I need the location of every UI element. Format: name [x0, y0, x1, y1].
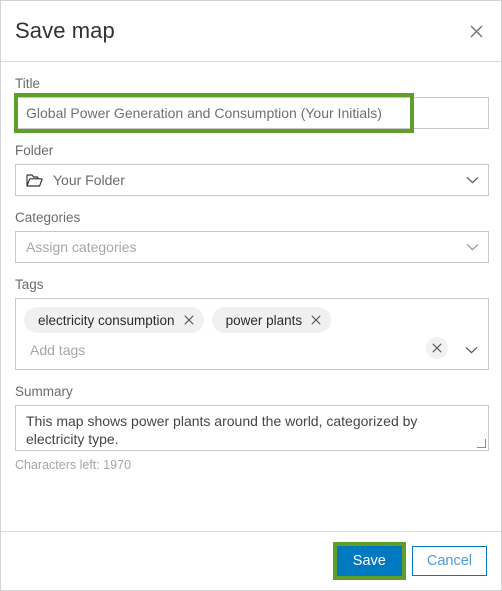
folder-icon — [26, 173, 43, 188]
categories-placeholder: Assign categories — [26, 239, 137, 255]
cancel-button[interactable]: Cancel — [411, 546, 487, 576]
dialog-footer: Save Cancel — [1, 531, 501, 590]
tag-pill-label: power plants — [225, 312, 303, 328]
save-button[interactable]: Save — [336, 546, 402, 576]
add-tags-input[interactable]: Add tags — [24, 342, 426, 358]
save-button-wrapper: Save — [332, 542, 406, 580]
close-icon[interactable] — [459, 14, 493, 48]
tag-pill-list: electricity consumption power plants — [24, 307, 426, 333]
categories-label: Categories — [15, 210, 81, 225]
folder-value: Your Folder — [53, 172, 125, 188]
title-label: Title — [15, 76, 41, 91]
close-icon[interactable] — [311, 315, 321, 325]
tag-pill-label: electricity consumption — [38, 312, 175, 328]
chevron-down-icon[interactable] — [466, 243, 479, 251]
categories-field-group: Categories Assign categories — [15, 210, 489, 263]
dialog-body: Title Folder Your Folder — [1, 62, 501, 531]
summary-field-group: Summary This map shows power plants arou… — [15, 384, 489, 472]
tag-pill[interactable]: electricity consumption — [24, 307, 204, 333]
folder-select[interactable]: Your Folder — [15, 164, 489, 196]
summary-textarea[interactable]: This map shows power plants around the w… — [15, 405, 489, 451]
close-icon[interactable] — [183, 315, 194, 325]
folder-field-group: Folder Your Folder — [15, 143, 489, 196]
resize-handle[interactable] — [477, 439, 486, 448]
save-map-dialog: Save map Title Folder — [0, 0, 502, 591]
clear-tags-icon[interactable] — [426, 337, 448, 359]
categories-select[interactable]: Assign categories — [15, 231, 489, 263]
title-input-row — [14, 93, 489, 133]
title-field-group: Title — [14, 76, 489, 133]
title-input[interactable] — [15, 97, 489, 129]
summary-value: This map shows power plants around the w… — [26, 413, 418, 447]
summary-label: Summary — [15, 384, 73, 399]
tags-label: Tags — [15, 277, 44, 292]
characters-left-text: Characters left: 1970 — [15, 458, 132, 472]
folder-label: Folder — [15, 143, 54, 158]
tag-pill[interactable]: power plants — [211, 307, 332, 333]
page-title: Save map — [15, 18, 115, 43]
tags-input-box[interactable]: electricity consumption power plants Add… — [15, 298, 489, 370]
chevron-down-icon[interactable] — [466, 176, 479, 184]
chevron-down-icon[interactable] — [465, 341, 478, 359]
dialog-header: Save map — [1, 1, 501, 62]
tags-field-group: Tags electricity consumption power plant… — [15, 277, 489, 370]
